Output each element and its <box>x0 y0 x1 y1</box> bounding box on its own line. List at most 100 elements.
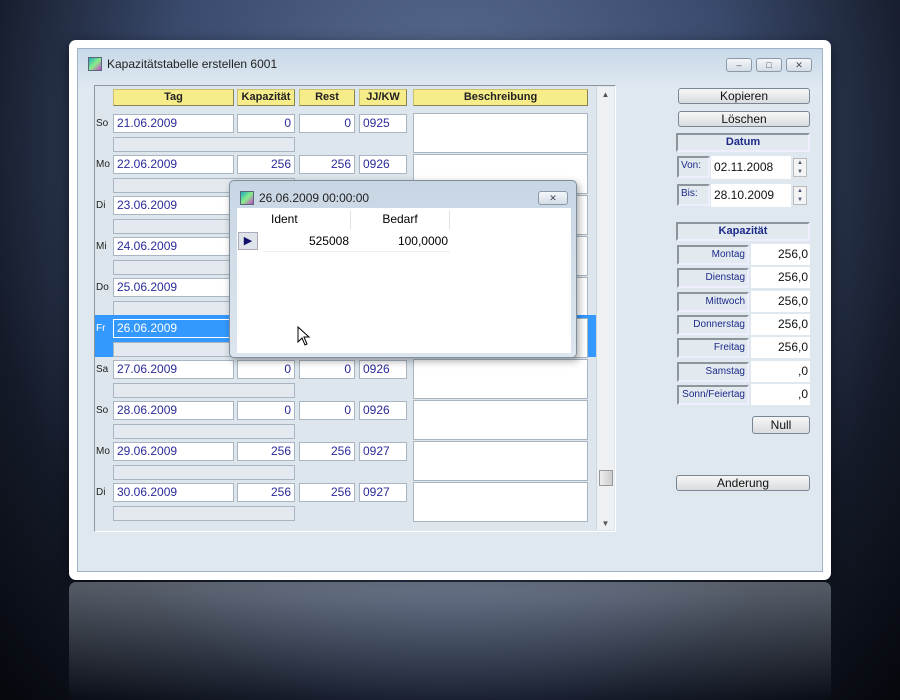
scroll-down-icon[interactable]: ▼ <box>597 519 614 528</box>
row-date-input[interactable]: 30.06.2009 <box>113 483 234 502</box>
row-beschreibung-input[interactable] <box>413 400 588 440</box>
von-label: Von: <box>677 156 710 178</box>
bis-spinner[interactable]: ▲ ▼ <box>793 186 807 205</box>
row-kapazitaet-input[interactable]: 0 <box>237 360 295 379</box>
col-bedarf[interactable]: Bedarf <box>351 210 450 230</box>
kapazitaet-header: Kapazität <box>676 222 810 241</box>
row-date-input[interactable]: 22.06.2009 <box>113 155 234 174</box>
row-date-input[interactable]: 23.06.2009 <box>113 196 234 215</box>
window-title: Kapazitätstabelle erstellen 6001 <box>107 57 278 71</box>
row-kapazitaet-input[interactable]: 0 <box>237 401 295 420</box>
row-sub-field[interactable] <box>113 424 295 439</box>
kapazitaet-label: Dienstag <box>677 268 749 289</box>
row-sub-field[interactable] <box>113 506 295 521</box>
header-beschreibung: Beschreibung <box>413 89 588 106</box>
row-beschreibung-input[interactable] <box>413 482 588 522</box>
row-kw-input[interactable]: 0927 <box>359 483 407 502</box>
von-spinner[interactable]: ▲ ▼ <box>793 158 807 177</box>
row-kapazitaet-input[interactable]: 256 <box>237 483 295 502</box>
app-icon <box>88 57 102 71</box>
kapazitaet-value-input[interactable]: 256,0 <box>751 337 810 359</box>
row-rest-input[interactable]: 0 <box>299 114 355 133</box>
mouse-cursor-icon <box>297 325 311 349</box>
row-date-input[interactable]: 21.06.2009 <box>113 114 234 133</box>
row-kapazitaet-input[interactable]: 256 <box>237 155 295 174</box>
datum-header: Datum <box>676 133 810 152</box>
null-button[interactable]: Null <box>752 416 810 434</box>
row-beschreibung-input[interactable] <box>413 359 588 399</box>
bis-label: Bis: <box>677 184 710 206</box>
row-kapazitaet-input[interactable]: 256 <box>237 442 295 461</box>
kapazitaet-label: Mittwoch <box>677 291 749 312</box>
header-rest: Rest <box>299 89 355 106</box>
row-day: Sa <box>96 364 109 375</box>
kapazitaet-value-input[interactable]: ,0 <box>751 383 810 405</box>
loeschen-button[interactable]: Löschen <box>678 111 810 127</box>
row-kw-input[interactable]: 0925 <box>359 114 407 133</box>
row-date-input[interactable]: 27.06.2009 <box>113 360 234 379</box>
row-rest-input[interactable]: 256 <box>299 483 355 502</box>
popup-app-icon <box>240 191 254 205</box>
kapazitaet-value-input[interactable]: 256,0 <box>751 267 810 289</box>
row-rest-input[interactable]: 0 <box>299 360 355 379</box>
kapazitaet-label: Montag <box>677 245 749 265</box>
row-day: So <box>96 405 109 416</box>
kapazitaet-value-input[interactable]: 256,0 <box>751 290 810 312</box>
row-date-input[interactable]: 24.06.2009 <box>113 237 234 256</box>
maximize-button[interactable]: □ <box>756 58 782 72</box>
von-input[interactable]: 02.11.2008 <box>711 156 791 179</box>
row-rest-input[interactable]: 256 <box>299 442 355 461</box>
header-tag: Tag <box>113 89 234 106</box>
kapazitaet-value-input[interactable]: ,0 <box>751 360 810 382</box>
kapazitaet-value-input[interactable]: 256,0 <box>751 313 810 335</box>
bis-input[interactable]: 28.10.2009 <box>711 184 791 207</box>
row-sub-field[interactable] <box>113 383 295 398</box>
row-day: Di <box>96 487 106 498</box>
popup-grid: Ident Bedarf ▶ 525008 100,0000 <box>237 208 571 353</box>
row-date-input[interactable]: 25.06.2009 <box>113 278 234 297</box>
scroll-up-icon[interactable]: ▲ <box>597 90 614 99</box>
row-date-input[interactable]: 26.06.2009 <box>113 319 234 338</box>
row-day: Do <box>96 282 109 293</box>
row-sub-field[interactable] <box>113 137 295 152</box>
row-kapazitaet-input[interactable]: 0 <box>237 114 295 133</box>
window-reflection <box>69 582 831 700</box>
row-date-input[interactable]: 29.06.2009 <box>113 442 234 461</box>
row-rest-input[interactable]: 0 <box>299 401 355 420</box>
row-day: Mo <box>96 159 110 170</box>
cell-ident: 525008 <box>263 232 351 252</box>
anderung-button[interactable]: Anderung <box>676 475 810 491</box>
close-button[interactable]: ✕ <box>786 58 812 72</box>
popup-title: 26.06.2009 00:00:00 <box>259 191 370 205</box>
row-beschreibung-input[interactable] <box>413 113 588 153</box>
scroll-thumb[interactable] <box>599 470 613 486</box>
popup-close-button[interactable]: ✕ <box>538 191 568 205</box>
kopieren-button[interactable]: Kopieren <box>678 88 810 104</box>
row-kw-input[interactable]: 0926 <box>359 155 407 174</box>
row-day: Fr <box>96 323 106 334</box>
row-day: So <box>96 118 109 129</box>
row-kw-input[interactable]: 0926 <box>359 360 407 379</box>
cell-bedarf: 100,0000 <box>351 232 450 252</box>
row-day: Mo <box>96 446 110 457</box>
kapazitaet-label: Sonn/Feiertag <box>677 384 749 405</box>
row-rest-input[interactable]: 256 <box>299 155 355 174</box>
row-kw-input[interactable]: 0927 <box>359 442 407 461</box>
row-beschreibung-input[interactable] <box>413 441 588 481</box>
kapazitaet-label: Samstag <box>677 361 749 382</box>
header-kw: JJ/KW <box>359 89 407 106</box>
kapazitaet-label: Donnerstag <box>677 314 749 335</box>
minimize-button[interactable]: – <box>726 58 752 72</box>
scrollbar[interactable]: ▲ ▼ <box>596 87 614 530</box>
row-sub-field[interactable] <box>113 465 295 480</box>
detail-popup: 26.06.2009 00:00:00 ✕ Ident Bedarf ▶ 525… <box>229 180 577 358</box>
col-ident[interactable]: Ident <box>263 210 351 230</box>
row-date-input[interactable]: 28.06.2009 <box>113 401 234 420</box>
header-kapazitaet: Kapazität <box>237 89 295 106</box>
row-day: Mi <box>96 241 107 252</box>
kapazitaet-label: Freitag <box>677 338 749 359</box>
row-indicator-icon[interactable]: ▶ <box>238 232 258 250</box>
kapazitaet-value-input[interactable]: 256,0 <box>751 244 810 265</box>
row-day: Di <box>96 200 106 211</box>
row-kw-input[interactable]: 0926 <box>359 401 407 420</box>
